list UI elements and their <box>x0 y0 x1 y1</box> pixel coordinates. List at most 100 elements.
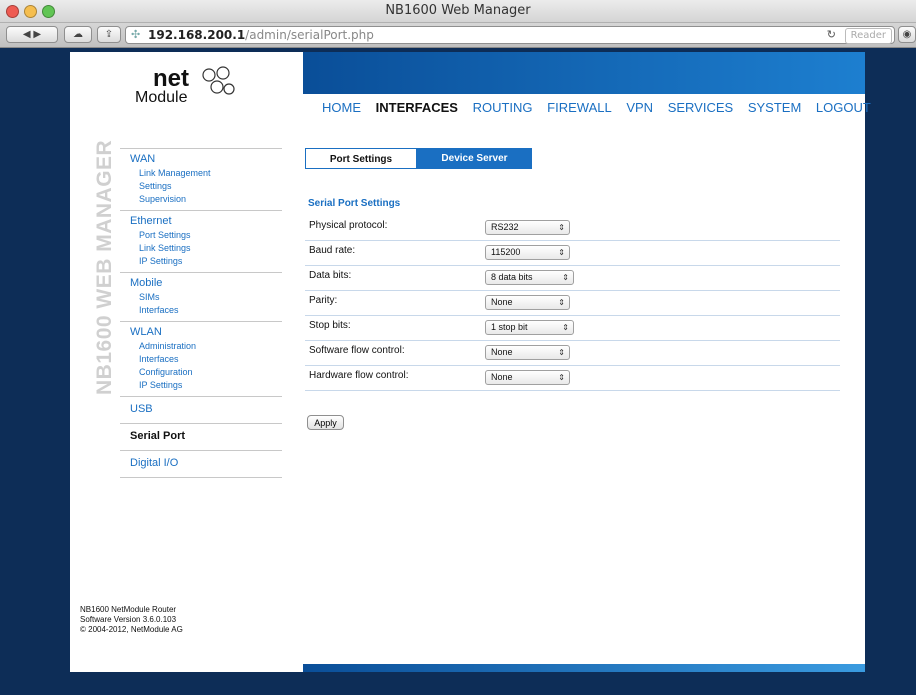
baud-rate-select[interactable]: 115200 ⇕ <box>485 245 570 260</box>
sidebar-group-usb: USB <box>120 396 282 423</box>
sidebar-item-supervision[interactable]: Supervision <box>130 193 282 206</box>
sidebar-item-configuration[interactable]: Configuration <box>130 366 282 379</box>
form-row: Physical protocol: RS232 ⇕ <box>305 216 840 241</box>
sidebar: WAN Link Management Settings Supervision… <box>120 148 282 478</box>
select-arrow-icon: ⇕ <box>562 323 569 332</box>
sidebar-item-port-settings[interactable]: Port Settings <box>130 229 282 242</box>
sidebar-item-serial-port[interactable]: Serial Port <box>130 430 282 442</box>
stop-bits-select[interactable]: 1 stop bit ⇕ <box>485 320 574 335</box>
form-row: Stop bits: 1 stop bit ⇕ <box>305 316 840 341</box>
nav-interfaces[interactable]: INTERFACES <box>376 100 458 115</box>
nav-vpn[interactable]: VPN <box>626 100 653 115</box>
nav-routing[interactable]: ROUTING <box>473 100 533 115</box>
sidebar-item-wlan[interactable]: WLAN <box>130 326 282 338</box>
window-title: NB1600 Web Manager <box>385 3 531 18</box>
main-nav: HOME INTERFACES ROUTING FIREWALL VPN SER… <box>322 100 882 115</box>
form-row: Hardware flow control: None ⇕ <box>305 366 840 391</box>
software-flow-value: None <box>491 347 513 357</box>
sidebar-item-usb[interactable]: USB <box>130 403 282 415</box>
footer-copyright: © 2004-2012, NetModule AG <box>80 625 183 634</box>
parity-label: Parity: <box>309 295 338 306</box>
nav-system[interactable]: SYSTEM <box>748 100 801 115</box>
sidebar-group-digital-io: Digital I/O <box>120 450 282 478</box>
software-flow-label: Software flow control: <box>309 345 405 356</box>
netmodule-logo: net Module <box>125 65 255 115</box>
icloud-icon[interactable]: ☁ <box>64 26 92 43</box>
sidebar-item-wan[interactable]: WAN <box>130 153 282 165</box>
nav-home[interactable]: HOME <box>322 100 361 115</box>
select-arrow-icon: ⇕ <box>558 298 565 307</box>
baud-rate-label: Baud rate: <box>309 245 356 256</box>
tab-port-settings[interactable]: Port Settings <box>305 148 417 169</box>
sidebar-item-ethernet[interactable]: Ethernet <box>130 215 282 227</box>
form-row: Parity: None ⇕ <box>305 291 840 316</box>
form-row: Software flow control: None ⇕ <box>305 341 840 366</box>
sidebar-group-mobile: Mobile SIMs Interfaces <box>120 272 282 321</box>
parity-select[interactable]: None ⇕ <box>485 295 570 310</box>
physical-protocol-value: RS232 <box>491 222 519 232</box>
data-bits-value: 8 data bits <box>491 272 533 282</box>
data-bits-label: Data bits: <box>309 270 352 281</box>
url-host: 192.168.200.1 <box>148 28 246 42</box>
sidebar-item-wlan-ip-settings[interactable]: IP Settings <box>130 379 282 392</box>
sidebar-item-settings[interactable]: Settings <box>130 180 282 193</box>
footer-version: Software Version 3.6.0.103 <box>80 615 177 624</box>
sidebar-item-administration[interactable]: Administration <box>130 340 282 353</box>
form-row: Data bits: 8 data bits ⇕ <box>305 266 840 291</box>
select-arrow-icon: ⇕ <box>562 273 569 282</box>
sidebar-group-wan: WAN Link Management Settings Supervision <box>120 148 282 210</box>
physical-protocol-select[interactable]: RS232 ⇕ <box>485 220 570 235</box>
sidebar-group-wlan: WLAN Administration Interfaces Configura… <box>120 321 282 396</box>
hardware-flow-select[interactable]: None ⇕ <box>485 370 570 385</box>
header-banner <box>303 52 865 94</box>
tab-underline <box>305 168 532 169</box>
baud-rate-value: 115200 <box>491 247 521 257</box>
hardware-flow-label: Hardware flow control: <box>309 370 409 381</box>
data-bits-select[interactable]: 8 data bits ⇕ <box>485 270 574 285</box>
nav-firewall[interactable]: FIREWALL <box>547 100 612 115</box>
select-arrow-icon: ⇕ <box>558 248 565 257</box>
sidebar-item-mobile[interactable]: Mobile <box>130 277 282 289</box>
physical-protocol-label: Physical protocol: <box>309 220 388 231</box>
sidebar-group-ethernet: Ethernet Port Settings Link Settings IP … <box>120 210 282 272</box>
form-row: Baud rate: 115200 ⇕ <box>305 241 840 266</box>
sidebar-item-wlan-interfaces[interactable]: Interfaces <box>130 353 282 366</box>
sidebar-item-link-management[interactable]: Link Management <box>130 167 282 180</box>
select-arrow-icon: ⇕ <box>558 348 565 357</box>
section-title: Serial Port Settings <box>308 198 401 209</box>
version-footer: NB1600 NetModule Router Software Version… <box>80 605 183 635</box>
vertical-brand-label: NB1600 WEB MANAGER <box>93 139 116 395</box>
select-arrow-icon: ⇕ <box>558 223 565 232</box>
select-arrow-icon: ⇕ <box>558 373 565 382</box>
stop-bits-label: Stop bits: <box>309 320 351 331</box>
logo-chain-icon <box>202 66 235 95</box>
share-icon[interactable]: ⇪ <box>97 26 121 43</box>
sidebar-item-mobile-interfaces[interactable]: Interfaces <box>130 304 282 317</box>
stop-bits-value: 1 stop bit <box>491 322 528 332</box>
sidebar-item-sims[interactable]: SIMs <box>130 291 282 304</box>
settings-form: Physical protocol: RS232 ⇕ Baud rate: 115… <box>305 216 840 391</box>
sidebar-item-ip-settings[interactable]: IP Settings <box>130 255 282 268</box>
back-forward-button[interactable]: ◀ ▶ <box>6 26 58 43</box>
tab-device-server[interactable]: Device Server <box>417 148 532 169</box>
hardware-flow-value: None <box>491 372 513 382</box>
footer-product: NB1600 NetModule Router <box>80 605 177 614</box>
footer-banner <box>303 664 865 672</box>
window-titlebar: NB1600 Web Manager <box>0 0 916 23</box>
site-icon: ✣ <box>131 28 141 41</box>
downloads-icon[interactable]: ◉ <box>898 26 916 43</box>
browser-toolbar: ◀ ▶ ☁ ⇪ ✣ 192.168.200.1/admin/serialPort… <box>0 23 916 48</box>
software-flow-select[interactable]: None ⇕ <box>485 345 570 360</box>
nav-logout[interactable]: LOGOUT <box>816 100 871 115</box>
parity-value: None <box>491 297 513 307</box>
url-path: /admin/serialPort.php <box>245 28 374 42</box>
sidebar-item-link-settings[interactable]: Link Settings <box>130 242 282 255</box>
apply-button[interactable]: Apply <box>307 415 344 430</box>
sidebar-item-digital-io[interactable]: Digital I/O <box>130 457 282 469</box>
sidebar-group-serial-port: Serial Port <box>120 423 282 450</box>
logo-module-text: Module <box>135 89 188 106</box>
nav-services[interactable]: SERVICES <box>668 100 734 115</box>
address-bar[interactable]: ✣ 192.168.200.1/admin/serialPort.php ↻ R… <box>125 26 895 44</box>
reader-button[interactable]: Reader <box>844 28 892 44</box>
reload-icon[interactable]: ↻ <box>827 28 836 41</box>
